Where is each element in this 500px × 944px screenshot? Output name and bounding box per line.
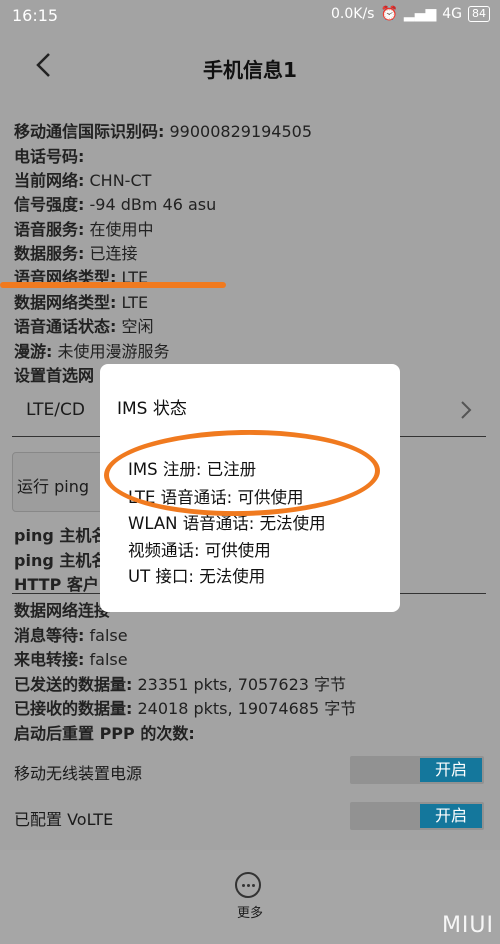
more-icon[interactable]	[235, 872, 261, 898]
toggle-on-label: 开启	[420, 804, 482, 828]
dropdown-value: LTE/CD	[26, 400, 85, 420]
info-line: 启动后重置 PPP 的次数:	[14, 724, 195, 743]
dialog-item: LTE 语音通话: 可供使用	[128, 488, 304, 507]
info-line: 已发送的数据量: 23351 pkts, 7057623 字节	[14, 675, 347, 694]
info-line: 来电转接: false	[14, 650, 128, 669]
title-bar: 手机信息1	[0, 32, 500, 102]
radio-power-label: 移动无线装置电源	[14, 764, 143, 783]
dialog-item: IMS 注册: 已注册	[128, 460, 257, 479]
radio-power-toggle[interactable]: 开启	[350, 756, 484, 784]
info-line: 移动通信国际识别码: 99000829194505	[14, 122, 313, 141]
dialog-item: UT 接口: 无法使用	[128, 567, 266, 586]
info-line: 语音服务: 在使用中	[14, 220, 154, 239]
info-line: ping 主机名	[14, 551, 108, 570]
info-line: 数据服务: 已连接	[14, 244, 138, 263]
info-line: HTTP 客户	[14, 575, 99, 594]
volte-toggle[interactable]: 开启	[350, 802, 484, 830]
info-line: 消息等待: false	[14, 626, 128, 645]
network-type: 4G	[442, 6, 462, 22]
ims-status-dialog: IMS 状态 IMS 注册: 已注册 LTE 语音通话: 可供使用 WLAN 语…	[100, 364, 400, 612]
alarm-icon: ⏰	[380, 6, 398, 22]
info-line: 当前网络: CHN-CT	[14, 171, 152, 190]
miui-watermark: MIUI	[441, 913, 494, 938]
dialog-item: WLAN 语音通话: 无法使用	[128, 514, 326, 533]
status-right-group: 0.0K/s ⏰ ▂▄▆ 4G 84	[331, 6, 490, 22]
info-line: 信号强度: -94 dBm 46 asu	[14, 195, 217, 214]
more-label[interactable]: 更多	[0, 902, 500, 921]
info-line: 数据网络类型: LTE	[14, 293, 149, 312]
info-line: 电话号码:	[14, 147, 85, 166]
page-title: 手机信息1	[203, 58, 297, 82]
status-time: 16:15	[12, 6, 59, 25]
dialog-title: IMS 状态	[117, 399, 187, 419]
toggle-on-label: 开启	[420, 758, 482, 782]
info-line: 漫游: 未使用漫游服务	[14, 342, 170, 361]
signal-icon: ▂▄▆	[403, 6, 437, 22]
volte-label: 已配置 VoLTE	[14, 810, 114, 829]
network-speed: 0.0K/s	[331, 6, 375, 22]
annotation-underline	[0, 282, 226, 288]
status-bar: 16:15 0.0K/s ⏰ ▂▄▆ 4G 84	[0, 0, 500, 32]
bottom-bar: 更多 MIUI	[0, 850, 500, 944]
info-line: ping 主机名	[14, 526, 108, 545]
chevron-right-icon	[461, 401, 472, 419]
run-ping-label: 运行 ping	[17, 477, 89, 496]
info-line: 数据网络连接	[14, 601, 111, 620]
info-line: 语音通话状态: 空闲	[14, 317, 154, 336]
info-line: 设置首选网	[14, 366, 95, 385]
battery-indicator: 84	[468, 6, 490, 22]
info-line: 已接收的数据量: 24018 pkts, 19074685 字节	[14, 699, 357, 718]
dialog-item: 视频通话: 可供使用	[128, 541, 271, 560]
